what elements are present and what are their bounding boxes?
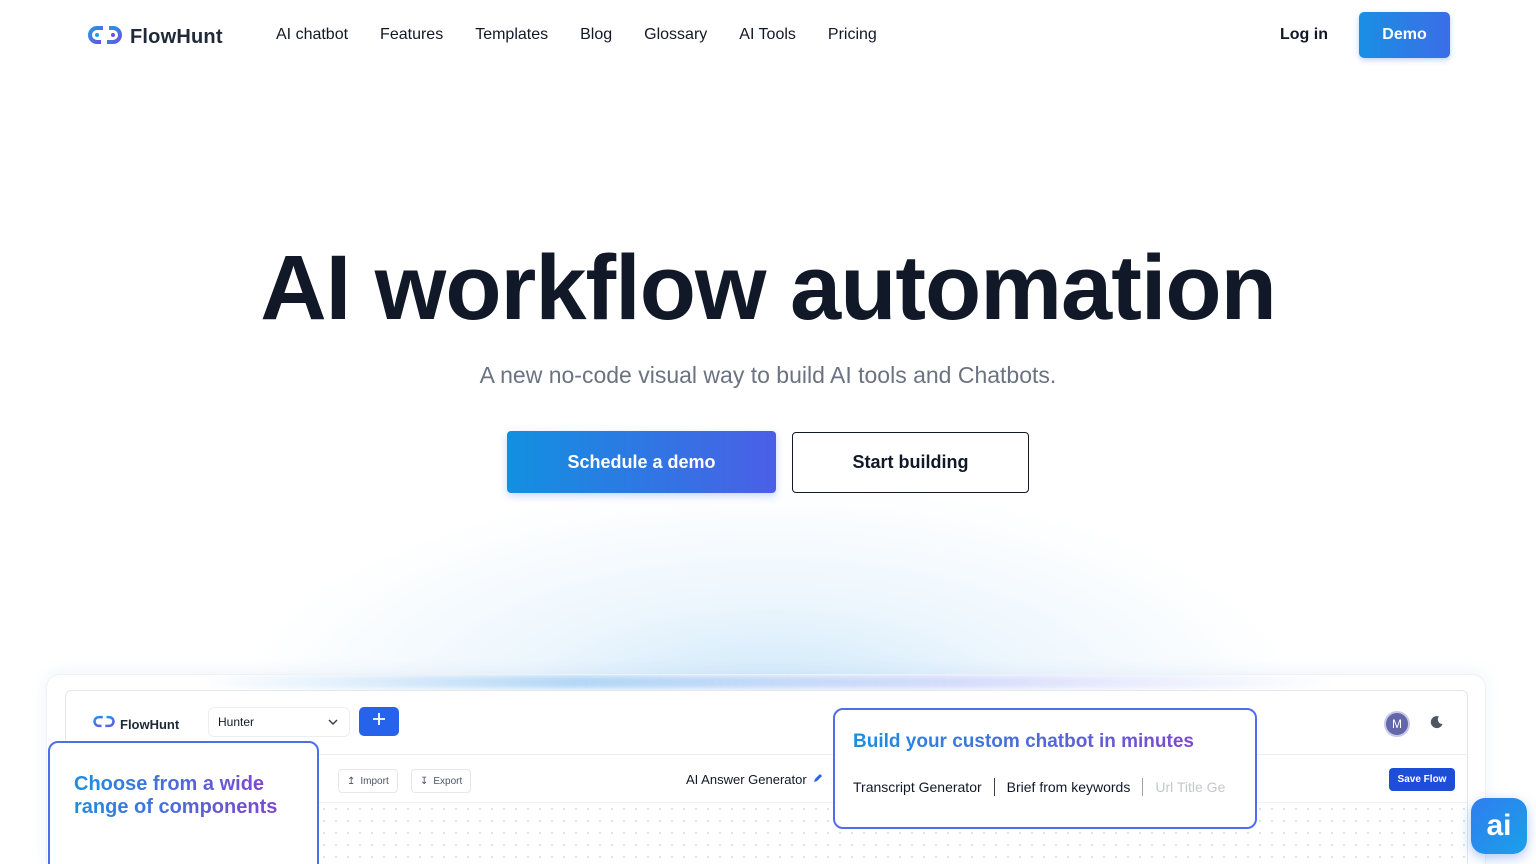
- flow-title-text: AI Answer Generator: [686, 772, 807, 787]
- import-label: Import: [360, 775, 389, 787]
- nav-link-templates[interactable]: Templates: [475, 26, 548, 44]
- preview-logo: FlowHunt: [92, 712, 179, 736]
- nav-link-blog[interactable]: Blog: [580, 26, 612, 44]
- hero-subtitle: A new no-code visual way to build AI too…: [479, 362, 1057, 388]
- components-card-title: Choose from a wide range of components: [74, 773, 293, 819]
- plus-icon: [372, 712, 386, 731]
- flow-title[interactable]: AI Answer Generator: [686, 772, 824, 787]
- workspace-select[interactable]: Hunter: [208, 707, 350, 737]
- nav-link-ai-tools[interactable]: AI Tools: [739, 26, 796, 44]
- chip-divider: [993, 778, 995, 796]
- hero-title: AI workflow automation: [260, 237, 1277, 339]
- save-flow-button[interactable]: Save Flow: [1389, 768, 1455, 791]
- add-flow-button[interactable]: [359, 707, 399, 736]
- pencil-icon[interactable]: [812, 772, 824, 787]
- start-building-button[interactable]: Start building: [792, 432, 1029, 493]
- template-chips: Transcript Generator Brief from keywords…: [853, 778, 1225, 796]
- chat-widget-label: ai: [1486, 809, 1512, 842]
- demo-button[interactable]: Demo: [1359, 12, 1450, 58]
- flowhunt-logo-icon: [92, 712, 116, 736]
- chip-brief-from-keywords[interactable]: Brief from keywords: [1007, 779, 1131, 795]
- brand-logo[interactable]: FlowHunt: [86, 20, 223, 55]
- chevron-down-icon: [327, 716, 339, 731]
- download-icon: ↧: [420, 775, 429, 787]
- chip-transcript-generator[interactable]: Transcript Generator: [853, 779, 982, 795]
- preview-brand-name: FlowHunt: [120, 716, 180, 732]
- login-link[interactable]: Log in: [1280, 26, 1328, 44]
- workspace-select-value: Hunter: [218, 715, 255, 729]
- export-label: Export: [433, 775, 463, 787]
- moon-icon[interactable]: [1430, 715, 1444, 734]
- nav-links: AI chatbot Features Templates Blog Gloss…: [276, 26, 909, 44]
- preview-highlight: [197, 675, 1337, 689]
- nav-link-features[interactable]: Features: [380, 26, 443, 44]
- schedule-demo-button[interactable]: Schedule a demo: [507, 431, 776, 493]
- avatar[interactable]: M: [1384, 711, 1410, 737]
- nav-link-pricing[interactable]: Pricing: [828, 26, 877, 44]
- chip-url-title-generator[interactable]: Url Title Ge: [1155, 779, 1225, 795]
- export-button[interactable]: ↧ Export: [411, 769, 472, 793]
- components-card: Choose from a wide range of components: [48, 741, 319, 864]
- chat-widget-button[interactable]: ai: [1471, 798, 1527, 854]
- nav-link-ai-chatbot[interactable]: AI chatbot: [276, 26, 348, 44]
- import-button[interactable]: ↥ Import: [338, 769, 398, 793]
- nav-link-glossary[interactable]: Glossary: [644, 26, 707, 44]
- top-navigation: FlowHunt AI chatbot Features Templates B…: [0, 0, 1536, 70]
- flowhunt-logo-icon: [86, 20, 124, 55]
- brand-name: FlowHunt: [130, 26, 223, 48]
- chatbot-card-title: Build your custom chatbot in minutes: [853, 730, 1237, 753]
- chip-divider: [1142, 778, 1144, 796]
- upload-icon: ↥: [347, 775, 356, 787]
- chatbot-card: Build your custom chatbot in minutes Tra…: [833, 708, 1257, 829]
